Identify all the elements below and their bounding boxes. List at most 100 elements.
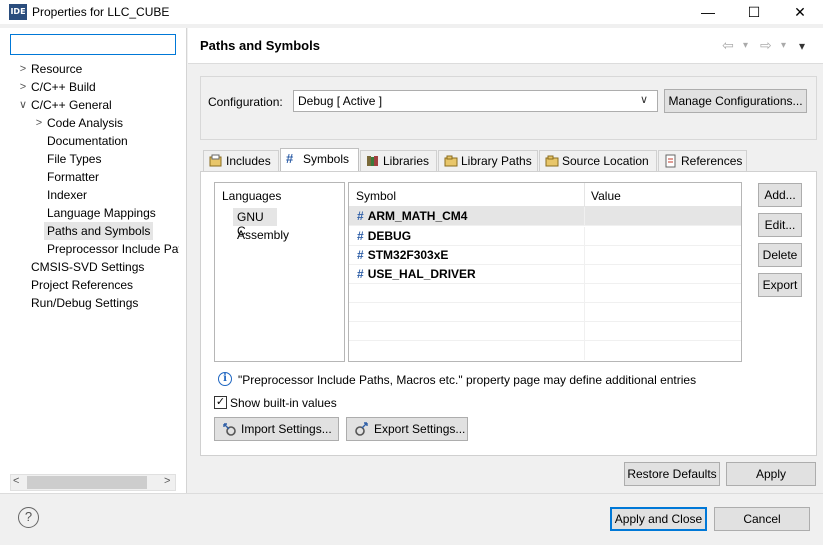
chevron-down-icon[interactable]: ∨ xyxy=(17,96,29,114)
manage-configurations-button[interactable]: Manage Configurations... xyxy=(664,89,807,113)
tab-symbols[interactable]: # Symbols xyxy=(280,148,359,171)
tree-item-label: Documentation xyxy=(47,134,128,148)
symbol-name: DEBUG xyxy=(367,229,412,243)
forward-arrow-icon[interactable]: ⇨ xyxy=(760,37,772,54)
hash-icon: # xyxy=(357,229,364,243)
tab-label: Source Location xyxy=(562,154,649,168)
column-header-value[interactable]: Value xyxy=(591,189,621,203)
minimize-button[interactable]: — xyxy=(685,0,731,24)
tree-item-label: CMSIS-SVD Settings xyxy=(31,260,145,274)
tab-label: Includes xyxy=(226,154,271,168)
symbol-name: USE_HAL_DRIVER xyxy=(367,267,476,281)
configuration-label: Configuration: xyxy=(208,95,283,109)
import-settings-icon xyxy=(223,423,236,436)
show-builtin-checkbox[interactable]: ✓ xyxy=(214,396,227,409)
configuration-select[interactable]: Debug [ Active ] xyxy=(293,90,658,112)
tree-item-language-mappings[interactable]: Language Mappings xyxy=(47,204,156,222)
tree-item-label: C/C++ Build xyxy=(31,80,96,94)
delete-button[interactable]: Delete xyxy=(758,243,802,267)
library-paths-icon xyxy=(444,155,458,167)
tree-item-label: File Types xyxy=(47,152,102,166)
tab-references[interactable]: References xyxy=(658,150,747,172)
view-menu-icon[interactable]: ▾ xyxy=(799,39,805,53)
apply-button[interactable]: Apply xyxy=(726,462,816,486)
chevron-right-icon[interactable]: > xyxy=(33,114,45,132)
apply-and-close-button[interactable]: Apply and Close xyxy=(610,507,707,531)
column-divider[interactable] xyxy=(584,183,585,207)
info-text: "Preprocessor Include Paths, Macros etc.… xyxy=(238,373,697,387)
add-button[interactable]: Add... xyxy=(758,183,802,207)
language-item-gnu-c[interactable]: GNU C xyxy=(233,208,277,238)
source-folder-icon xyxy=(545,155,559,167)
table-row[interactable]: # ARM_MATH_CM4 xyxy=(349,207,741,226)
tree-item-resource[interactable]: > Resource xyxy=(20,60,83,78)
tree-item-cpp-general[interactable]: ∨ C/C++ General xyxy=(19,96,112,114)
tab-libraries[interactable]: Libraries xyxy=(360,150,437,172)
back-menu-icon[interactable]: ▾ xyxy=(743,40,748,51)
export-settings-button[interactable]: Export Settings... xyxy=(346,417,468,441)
scroll-right-icon[interactable]: > xyxy=(164,475,170,487)
tab-label: References xyxy=(681,154,743,168)
tree-item-paths-and-symbols[interactable]: Paths and Symbols xyxy=(44,222,154,240)
tree-item-code-analysis[interactable]: > Code Analysis xyxy=(36,114,123,132)
info-icon: i xyxy=(218,372,232,386)
table-row[interactable] xyxy=(349,322,741,341)
tree-item-label: Run/Debug Settings xyxy=(31,296,139,310)
tree-item-preprocessor-include[interactable]: Preprocessor Include Pat xyxy=(47,240,179,258)
tree-item-run-debug[interactable]: Run/Debug Settings xyxy=(31,294,138,312)
tree-item-cmsis-svd[interactable]: CMSIS-SVD Settings xyxy=(31,258,144,276)
import-settings-button[interactable]: Import Settings... xyxy=(214,417,339,441)
references-icon xyxy=(665,154,676,168)
tree-item-label: Paths and Symbols xyxy=(47,224,151,238)
table-row[interactable]: # USE_HAL_DRIVER xyxy=(349,265,741,284)
tree-item-cpp-build[interactable]: > C/C++ Build xyxy=(20,78,96,96)
tab-label: Libraries xyxy=(383,154,430,168)
maximize-button[interactable]: ☐ xyxy=(731,0,777,24)
help-icon[interactable]: ? xyxy=(18,507,39,528)
scrollbar-thumb[interactable] xyxy=(27,476,147,489)
tab-includes[interactable]: Includes xyxy=(203,150,279,172)
show-builtin-label[interactable]: Show built-in values xyxy=(230,396,337,410)
tree-item-label: Formatter xyxy=(47,170,100,184)
chevron-right-icon[interactable]: > xyxy=(17,78,29,96)
table-row[interactable] xyxy=(349,341,741,360)
tree-item-file-types[interactable]: File Types xyxy=(47,150,101,168)
symbol-name: ARM_MATH_CM4 xyxy=(367,209,468,223)
column-header-symbol[interactable]: Symbol xyxy=(356,189,396,203)
forward-menu-icon[interactable]: ▾ xyxy=(781,40,786,51)
language-item-assembly[interactable]: Assembly xyxy=(237,228,289,242)
tree-item-label: Language Mappings xyxy=(47,206,156,220)
scroll-left-icon[interactable]: < xyxy=(13,475,19,487)
tree-item-documentation[interactable]: Documentation xyxy=(47,132,128,150)
table-row[interactable] xyxy=(349,303,741,322)
export-settings-icon xyxy=(355,422,368,436)
tree-item-indexer[interactable]: Indexer xyxy=(47,186,87,204)
chevron-right-icon[interactable]: > xyxy=(17,60,29,78)
tab-source-location[interactable]: Source Location xyxy=(539,150,657,172)
tree-item-label: Indexer xyxy=(47,188,88,202)
close-button[interactable]: ✕ xyxy=(777,0,823,24)
button-label: Export Settings... xyxy=(374,422,466,436)
page-title: Paths and Symbols xyxy=(200,38,320,53)
includes-icon xyxy=(209,154,222,167)
tab-library-paths[interactable]: Library Paths xyxy=(438,150,538,172)
tree-item-formatter[interactable]: Formatter xyxy=(47,168,99,186)
ide-logo-icon: IDE xyxy=(9,4,27,20)
restore-defaults-button[interactable]: Restore Defaults xyxy=(624,462,720,486)
table-row[interactable]: # DEBUG xyxy=(349,227,741,246)
export-button[interactable]: Export xyxy=(758,273,802,297)
tab-label: Library Paths xyxy=(461,154,532,168)
symbol-name: STM32F303xE xyxy=(367,248,449,262)
filter-input[interactable] xyxy=(10,34,176,55)
table-row[interactable] xyxy=(349,284,741,303)
tree-item-project-references[interactable]: Project References xyxy=(31,276,133,294)
cancel-button[interactable]: Cancel xyxy=(714,507,810,531)
table-row[interactable]: # STM32F303xE xyxy=(349,246,741,265)
hash-icon: # xyxy=(357,248,364,262)
symbols-table-header xyxy=(349,183,741,207)
chevron-down-icon[interactable]: ∨ xyxy=(640,93,648,106)
edit-button[interactable]: Edit... xyxy=(758,213,802,237)
back-arrow-icon[interactable]: ⇦ xyxy=(722,37,734,54)
tree-item-label: Preprocessor Include Pat xyxy=(47,242,179,256)
libraries-icon xyxy=(367,156,378,166)
